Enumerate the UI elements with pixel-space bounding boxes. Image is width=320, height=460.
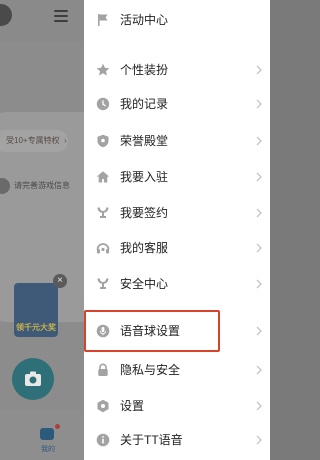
lock-icon bbox=[98, 363, 108, 376]
chevron-right-icon bbox=[256, 435, 262, 445]
chevron-right-icon bbox=[256, 365, 262, 375]
side-drawer: 活动中心 个性装扮 我的记录 荣誉殿堂 我要入驻 我要签约 我的客服 安全中心 … bbox=[84, 0, 270, 460]
star-icon bbox=[96, 63, 110, 76]
gear-icon bbox=[97, 399, 109, 413]
info-icon bbox=[96, 433, 110, 447]
menu-item-sign-contract[interactable]: 我要签约 bbox=[84, 195, 270, 231]
profile-hint: 请完善游戏信息 bbox=[14, 181, 70, 190]
menu-item-label: 我要签约 bbox=[120, 206, 169, 220]
menu-item-about[interactable]: 关于TT语音 bbox=[84, 422, 270, 458]
menu-item-label: 荣誉殿堂 bbox=[120, 134, 169, 148]
chevron-right-icon bbox=[256, 326, 262, 336]
chevron-right-icon bbox=[256, 172, 262, 182]
menu-item-hall-of-honor[interactable]: 荣誉殿堂 bbox=[84, 123, 270, 159]
menu-item-activity-center[interactable]: 活动中心 bbox=[84, 2, 270, 38]
clock-icon bbox=[96, 97, 110, 111]
menu-item-label: 隐私与安全 bbox=[120, 363, 181, 377]
background-app: 受10+专属特权 › 请完善游戏信息 领千元大奖 × 我的 bbox=[0, 0, 92, 460]
menu-item-privacy-security[interactable]: 隐私与安全 bbox=[84, 352, 270, 388]
menu-item-settings[interactable]: 设置 bbox=[84, 388, 270, 424]
menu-item-label: 设置 bbox=[120, 399, 145, 413]
menu-item-personal-style[interactable]: 个性装扮 bbox=[84, 52, 270, 88]
ad-text: 领千元大奖 bbox=[16, 323, 56, 332]
menu-item-label: 我要入驻 bbox=[120, 170, 169, 184]
highlight-box bbox=[84, 310, 220, 352]
camera-button bbox=[12, 358, 54, 400]
cup-icon bbox=[97, 207, 109, 218]
menu-item-label: 安全中心 bbox=[120, 277, 169, 291]
shield-icon bbox=[97, 134, 109, 148]
chevron-right-icon bbox=[256, 65, 262, 75]
headset-icon bbox=[96, 243, 110, 254]
menu-item-label: 关于TT语音 bbox=[120, 433, 183, 447]
camera-icon bbox=[25, 371, 41, 386]
menu-item-label: 我的记录 bbox=[120, 97, 169, 111]
trophy-icon bbox=[97, 278, 109, 289]
flag-icon bbox=[98, 14, 108, 26]
ad-close-icon: × bbox=[53, 274, 67, 288]
tab-me-icon bbox=[40, 428, 54, 440]
menu-item-customer-service[interactable]: 我的客服 bbox=[84, 230, 270, 266]
hamburger-menu-icon[interactable] bbox=[54, 10, 68, 25]
promo-pill: 受10+专属特权 bbox=[0, 130, 68, 152]
menu-item-label: 我的客服 bbox=[120, 241, 169, 255]
menu-item-label: 个性装扮 bbox=[120, 63, 169, 77]
menu-item-join[interactable]: 我要入驻 bbox=[84, 159, 270, 195]
tab-me-label: 我的 bbox=[41, 446, 55, 453]
promo-pill-chevron-icon: › bbox=[64, 136, 67, 145]
notification-dot bbox=[55, 424, 60, 429]
chevron-right-icon bbox=[256, 401, 262, 411]
chevron-right-icon bbox=[256, 243, 262, 253]
menu-item-my-records[interactable]: 我的记录 bbox=[84, 86, 270, 122]
chevron-right-icon bbox=[256, 279, 262, 289]
menu-item-label: 活动中心 bbox=[120, 13, 169, 27]
chevron-right-icon bbox=[256, 99, 262, 109]
background-top-bar bbox=[0, 0, 92, 42]
chevron-right-icon bbox=[256, 136, 262, 146]
home-icon bbox=[96, 171, 110, 183]
menu-item-security-center[interactable]: 安全中心 bbox=[84, 266, 270, 302]
chevron-right-icon bbox=[256, 208, 262, 218]
